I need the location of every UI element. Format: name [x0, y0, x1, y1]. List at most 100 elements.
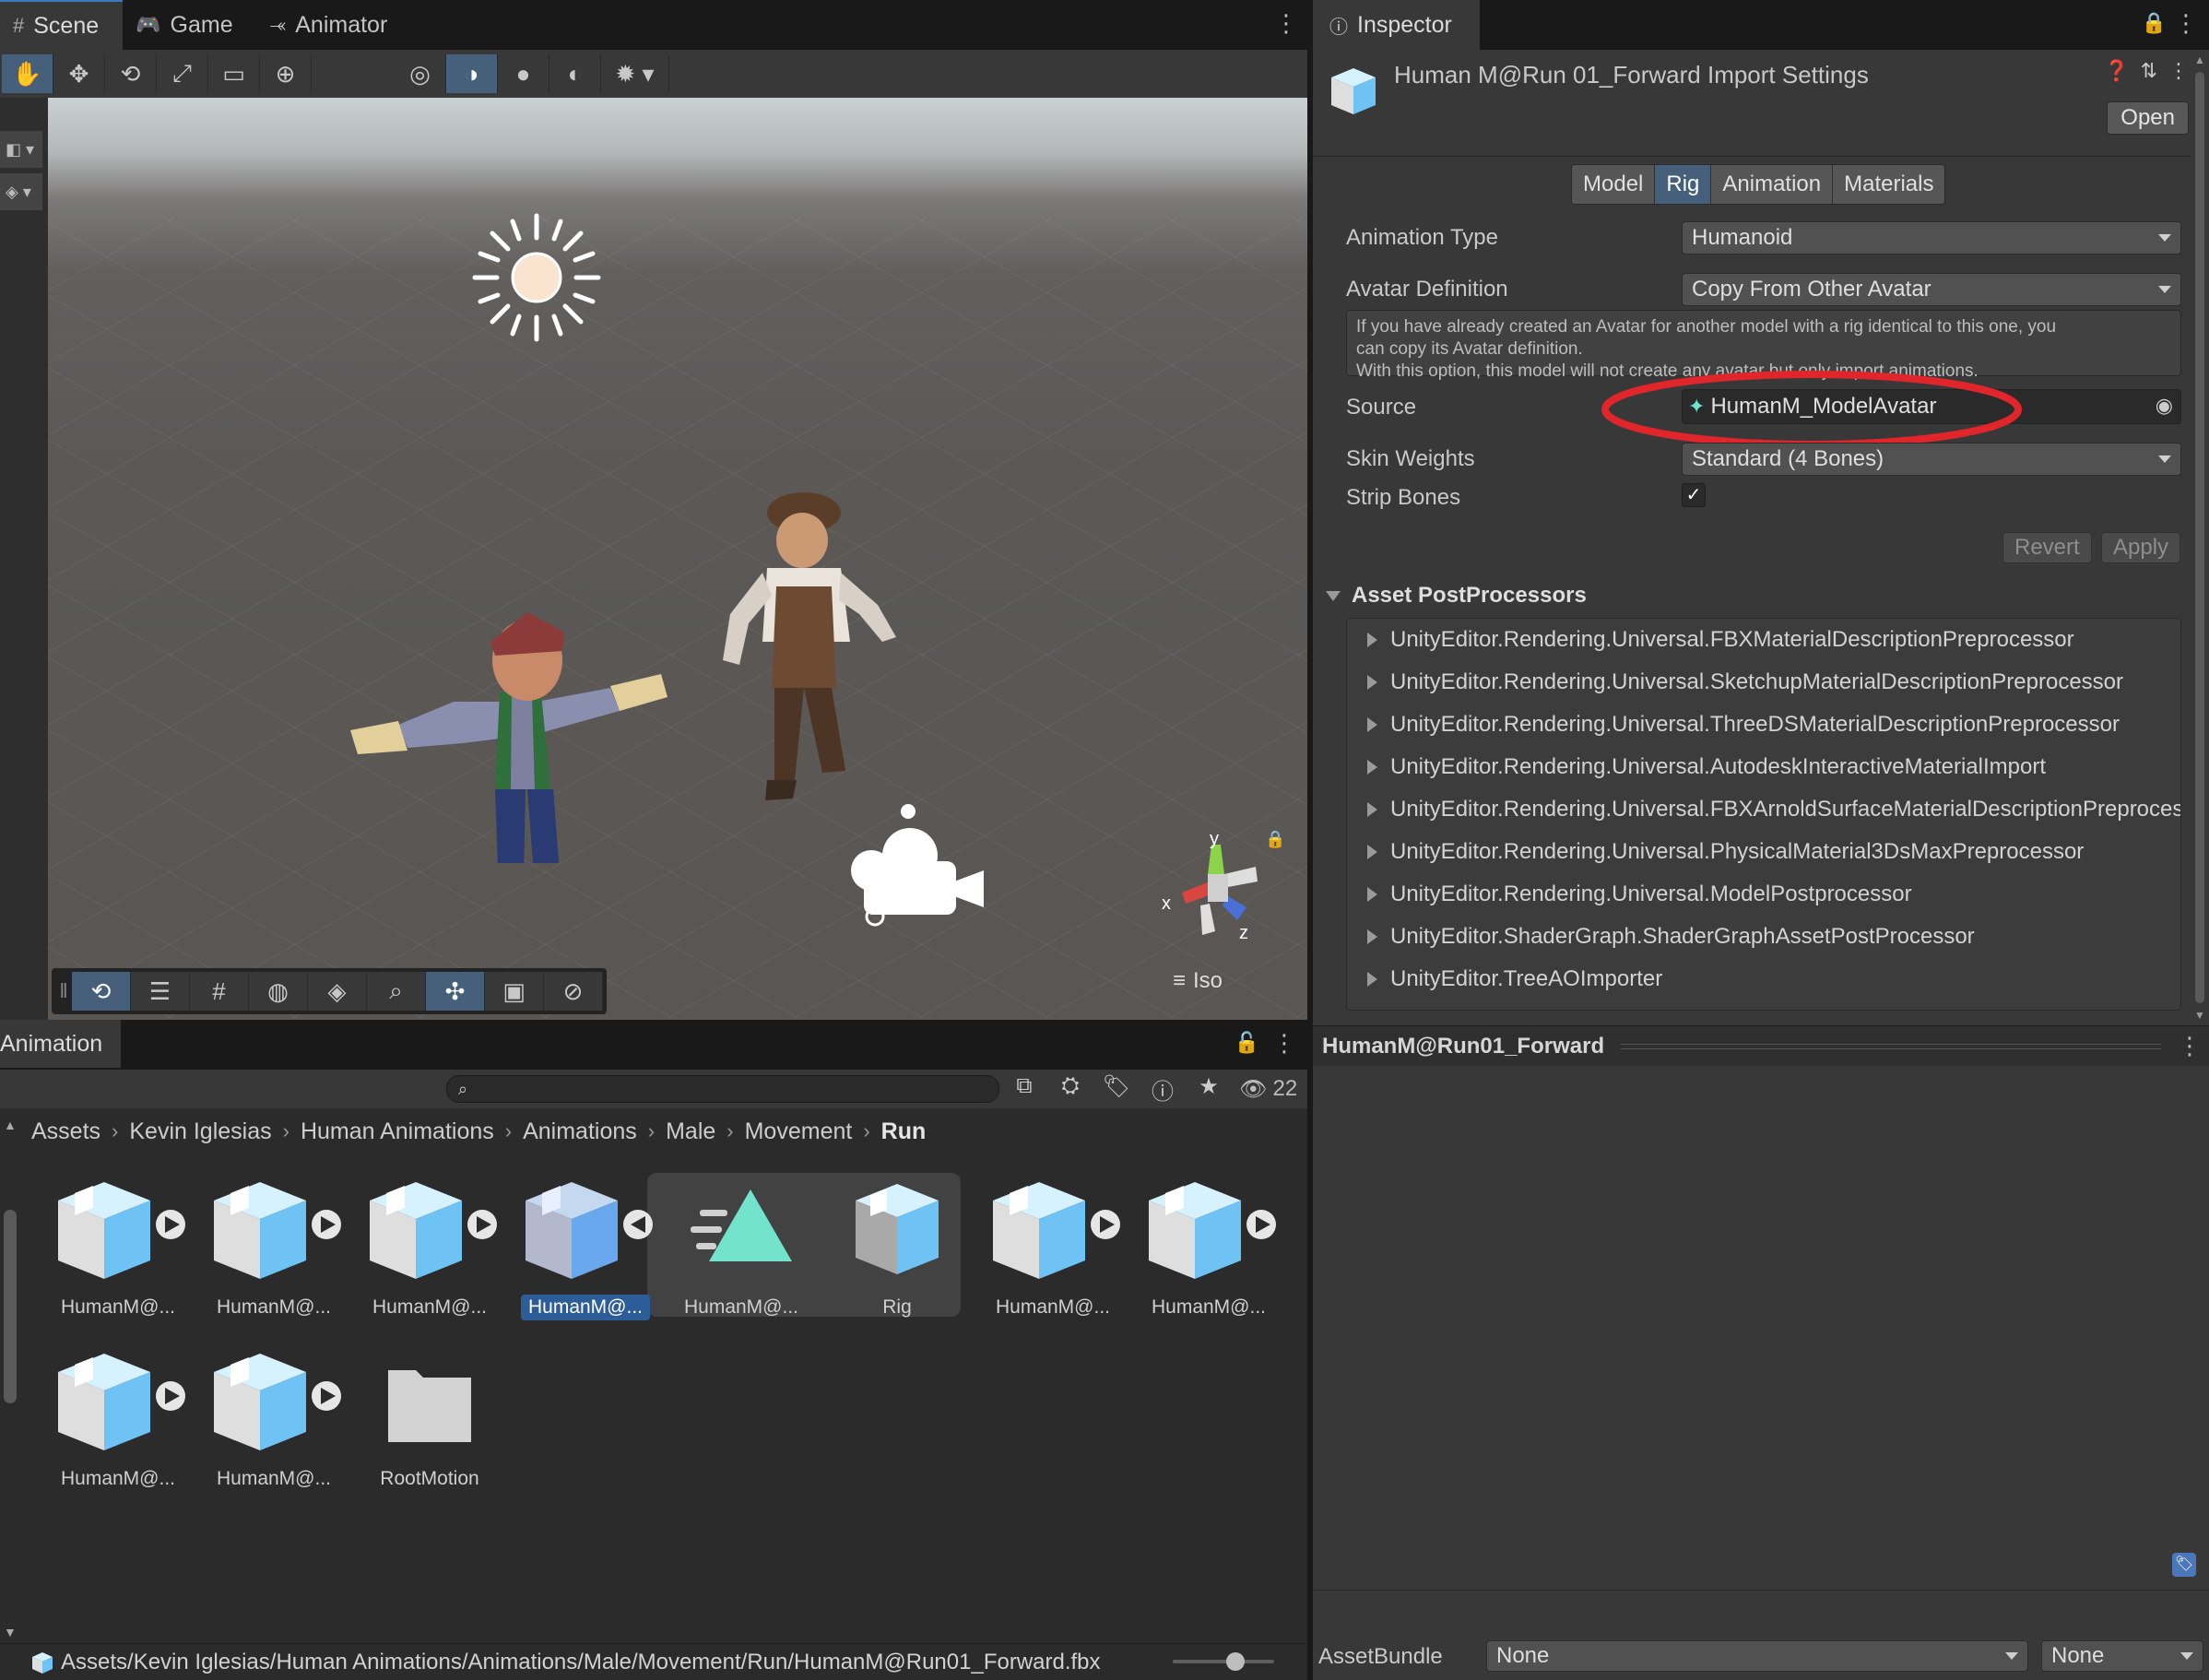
postprocessor-item[interactable]: UnityEditor.Rendering.Universal.Physical… [1347, 831, 2180, 873]
iso-toggle[interactable]: ≡ Iso [1173, 968, 1223, 994]
filter-type-icon[interactable]: ⛭ [1047, 1073, 1093, 1106]
scroll-down-icon[interactable]: ▼ [4, 1625, 17, 1639]
transform-tool-icon[interactable]: ⊕ [260, 54, 312, 93]
animation-type-dropdown[interactable]: Humanoid [1682, 221, 2181, 254]
compass-icon[interactable]: ⊘ [544, 972, 603, 1011]
scene-menu-icon[interactable]: ⋮ [1274, 9, 1298, 38]
apply-button[interactable]: Apply [2101, 532, 2181, 563]
move-tool-icon[interactable]: ✥ [53, 54, 105, 93]
tab-model[interactable]: Model [1572, 165, 1656, 204]
vertical-scrollbar[interactable]: ▲ ▼ [0, 1108, 22, 1643]
unlit-icon[interactable]: ◐ [549, 54, 601, 93]
asset-item[interactable]: Rig [820, 1173, 975, 1320]
label-filter-icon[interactable]: 🏷 [1093, 1073, 1140, 1106]
postprocessor-item[interactable]: UnityEditor.Rendering.Universal.ModelPos… [1347, 873, 2180, 916]
hidden-packages-toggle[interactable]: 👁 22 [1239, 1076, 1297, 1103]
tab-game[interactable]: 🎮 Game [123, 0, 257, 50]
scale-tool-icon[interactable]: ⤢ [157, 54, 208, 93]
inspector-scrollbar[interactable]: ▲ ▼ [2191, 50, 2209, 1025]
wireframe-shading-icon[interactable]: ◎ [395, 54, 446, 93]
camera-settings-icon[interactable]: ▣ [485, 972, 544, 1011]
search-input-container[interactable]: ⌕ [446, 1075, 999, 1103]
overlay-dropdown-1[interactable]: ◧ ▾ [0, 131, 42, 168]
revert-button[interactable]: Revert [2002, 532, 2092, 563]
assetbundle-variant-dropdown[interactable]: None [2041, 1640, 2203, 1672]
grid-icon[interactable]: # [190, 972, 249, 1011]
layers-icon[interactable]: ◈ [308, 972, 367, 1011]
scroll-up-icon[interactable]: ▲ [2194, 53, 2205, 66]
asset-item-selected[interactable]: HumanM@... [508, 1173, 663, 1320]
breadcrumb-item[interactable]: Movement [745, 1118, 853, 1145]
shaded-icon[interactable]: ● [498, 54, 549, 93]
asset-item[interactable]: HumanM@... [1131, 1173, 1286, 1320]
postprocessor-item[interactable]: UnityEditor.Rendering.Universal.Sketchup… [1347, 661, 2180, 704]
skin-weights-dropdown[interactable]: Standard (4 Bones) [1682, 443, 2181, 476]
tab-materials[interactable]: Materials [1833, 165, 1945, 204]
help-icon[interactable]: ❓ [2104, 59, 2129, 83]
postprocessor-item[interactable]: UnityEditor.TreeAOImporter [1347, 958, 2180, 1000]
object-picker-icon[interactable]: ◉ [2156, 394, 2173, 418]
lock-icon[interactable]: 🔓 [1234, 1031, 1259, 1055]
pivot-icon[interactable]: ✣ [426, 972, 485, 1011]
assetbundle-dropdown[interactable]: None [1486, 1640, 2028, 1672]
asset-item[interactable]: HumanM@... [196, 1173, 351, 1320]
breadcrumb-item[interactable]: Male [666, 1118, 715, 1145]
search-scope-icon[interactable]: ⧉ [1001, 1073, 1047, 1106]
avatar-definition-dropdown[interactable]: Copy From Other Avatar [1682, 273, 2181, 306]
search-input[interactable] [475, 1078, 974, 1100]
tag-icon[interactable]: 🏷 [2172, 1553, 2196, 1577]
postprocessor-item[interactable]: UnityEditor.Rendering.Universal.FBXArnol… [1347, 788, 2180, 831]
breadcrumb-item[interactable]: Kevin Iglesias [129, 1118, 271, 1145]
scroll-up-icon[interactable]: ▲ [4, 1118, 17, 1132]
postprocessors-foldout[interactable]: Asset PostProcessors [1326, 583, 1587, 609]
strip-bones-checkbox[interactable]: ✓ [1682, 483, 1706, 507]
asset-item[interactable]: HumanM@... [352, 1173, 507, 1320]
globe-icon[interactable]: ◍ [249, 972, 308, 1011]
rect-tool-icon[interactable]: ▭ [208, 54, 260, 93]
postprocessor-item[interactable]: UnityEditor.Rendering.Universal.Autodesk… [1347, 746, 2180, 788]
lock-icon[interactable]: 🔒 [2142, 11, 2167, 35]
project-menu-icon[interactable]: ⋮ [1272, 1029, 1296, 1058]
orbit-icon[interactable]: ⟲ [72, 972, 131, 1011]
tab-animator[interactable]: ⤛ Animator [257, 0, 412, 50]
warning-filter-icon[interactable]: ⓘ [1140, 1073, 1186, 1106]
drag-handle-icon[interactable]: ‖ [55, 972, 72, 1011]
lock-icon[interactable]: 🔒 [1265, 830, 1285, 848]
preview-menu-icon[interactable]: ⋮ [2178, 1032, 2202, 1060]
scrollbar-thumb[interactable] [4, 1210, 17, 1403]
breadcrumb-current[interactable]: Run [881, 1118, 927, 1145]
scroll-down-icon[interactable]: ▼ [2194, 1009, 2205, 1022]
cowboy-character[interactable] [675, 476, 915, 808]
asset-item[interactable]: HumanM@... [41, 1173, 195, 1320]
breadcrumb-item[interactable]: Human Animations [301, 1118, 494, 1145]
zoom-slider-thumb[interactable] [1226, 1652, 1245, 1671]
breadcrumb-item[interactable]: Animations [523, 1118, 637, 1145]
scene-viewport[interactable]: y x z 🔒 ≡ Iso ‖ ⟲ ☰ # ◍ ◈ ⌕ ✣ ▣ ⊘ [48, 98, 1307, 1020]
tab-animation[interactable]: Animation [1711, 165, 1834, 204]
asset-item[interactable]: RootMotion [352, 1344, 507, 1492]
settings-sliders-icon[interactable]: ☰ [131, 972, 190, 1011]
orientation-gizmo[interactable]: y x z 🔒 [1136, 817, 1302, 955]
tab-rig[interactable]: Rig [1655, 165, 1712, 204]
asset-item[interactable]: HumanM@... [196, 1344, 351, 1492]
tab-inspector[interactable]: ⓘ Inspector [1313, 0, 1480, 50]
preview-header[interactable]: HumanM@Run01_Forward ⋮ [1313, 1025, 2209, 1066]
inspector-menu-icon[interactable]: ⋮ [2174, 9, 2198, 38]
favorite-star-icon[interactable]: ★ [1186, 1073, 1232, 1106]
camera-gizmo-icon[interactable] [799, 799, 984, 928]
postprocessor-item[interactable]: UnityEditor.Rendering.Universal.FBXMater… [1347, 619, 2180, 661]
breadcrumb-item[interactable]: Assets [31, 1118, 100, 1145]
hand-tool-icon[interactable]: ✋ [2, 54, 53, 93]
rotate-tool-icon[interactable]: ⟲ [105, 54, 157, 93]
context-menu-icon[interactable]: ⋮ [2168, 59, 2189, 83]
tpose-character[interactable] [343, 513, 675, 863]
asset-item[interactable]: HumanM@... [975, 1173, 1130, 1320]
zoom-slider[interactable] [1173, 1652, 1274, 1671]
open-button[interactable]: Open [2107, 101, 2189, 135]
search-icon[interactable]: ⌕ [367, 972, 426, 1011]
asset-item[interactable]: HumanM@... [41, 1344, 195, 1492]
shaded-wire-icon[interactable]: ◑ [446, 54, 498, 93]
preset-sliders-icon[interactable]: ⇅ [2141, 59, 2157, 83]
preview-drag-handle[interactable] [1621, 1043, 2161, 1049]
postprocessor-item[interactable]: UnityEditor.Rendering.Universal.ThreeDSM… [1347, 704, 2180, 746]
